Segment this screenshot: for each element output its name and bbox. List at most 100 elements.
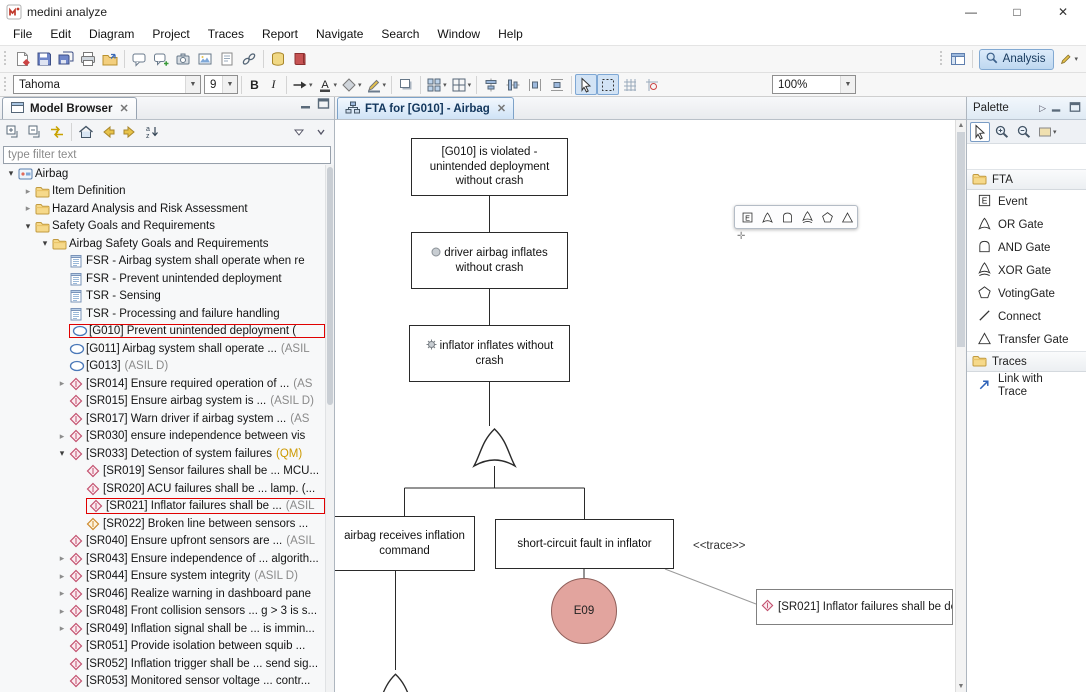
- distribute-vertical-button[interactable]: [546, 74, 568, 95]
- tree-item-hazard[interactable]: ▸Hazard Analysis and Risk Assessment: [0, 200, 325, 218]
- palette-xor-gate[interactable]: XOR Gate: [967, 259, 1086, 282]
- collapse-arrow-icon[interactable]: ▾: [38, 238, 52, 249]
- tab-fta-g010[interactable]: FTA for [G010] - Airbag ✕: [337, 97, 514, 119]
- menu-search[interactable]: Search: [372, 24, 428, 44]
- select-mode-button[interactable]: [575, 74, 597, 95]
- tree-item-sr015[interactable]: [SR015] Ensure airbag system is ...(ASIL…: [0, 393, 325, 411]
- line-color-button[interactable]: ▾: [364, 74, 389, 95]
- popup-and-gate-icon[interactable]: [779, 208, 796, 226]
- menu-window[interactable]: Window: [428, 24, 489, 44]
- tree-item-tsr[interactable]: TSR - Processing and failure handling: [0, 305, 325, 323]
- line-end-style-button[interactable]: ▾: [290, 74, 315, 95]
- close-icon[interactable]: ✕: [119, 102, 128, 115]
- tree-item-safety[interactable]: ▾Safety Goals and Requirements: [0, 218, 325, 236]
- expand-arrow-icon[interactable]: ▸: [21, 186, 35, 197]
- expand-arrow-icon[interactable]: ▸: [21, 203, 35, 214]
- fta-diagram-canvas[interactable]: [G010] is violated - unintended deployme…: [335, 120, 955, 692]
- bold-button[interactable]: B: [245, 75, 264, 95]
- save-icon[interactable]: [33, 49, 55, 70]
- align-vertical-button[interactable]: [502, 74, 524, 95]
- tree-item-fsr[interactable]: FSR - Prevent unintended deployment: [0, 270, 325, 288]
- print-icon[interactable]: [77, 49, 99, 70]
- analysis-perspective-button[interactable]: Analysis: [979, 49, 1055, 70]
- tree-item-sr049[interactable]: ▸[SR049] Inflation signal shall be ... i…: [0, 620, 325, 638]
- fta-basic-event-e09[interactable]: E09: [551, 578, 617, 644]
- link-icon[interactable]: [238, 49, 260, 70]
- menu-project[interactable]: Project: [143, 24, 198, 44]
- expand-all-icon[interactable]: [2, 121, 24, 142]
- routing-style-button[interactable]: ▾: [424, 74, 449, 95]
- popup-voting-gate-icon[interactable]: [819, 208, 836, 226]
- camera-icon[interactable]: [172, 49, 194, 70]
- library-icon[interactable]: [289, 49, 311, 70]
- fta-bottom-gate[interactable]: [373, 669, 418, 692]
- scrollbar-thumb[interactable]: [957, 132, 965, 347]
- tree-item-sr019[interactable]: [SR019] Sensor failures shall be ... MCU…: [0, 463, 325, 481]
- fta-or-gate[interactable]: [471, 426, 518, 468]
- expand-arrow-icon[interactable]: ▸: [55, 606, 69, 617]
- font-size-combo[interactable]: 9 ▼: [204, 75, 238, 94]
- tree-item-item[interactable]: ▸Item Definition: [0, 183, 325, 201]
- scrollbar-thumb[interactable]: [327, 167, 333, 405]
- minimize-view-icon[interactable]: [299, 96, 314, 116]
- diagram-popup-toolbar[interactable]: E: [734, 205, 858, 229]
- shadow-button[interactable]: [395, 74, 417, 95]
- chevron-down-icon[interactable]: [310, 121, 332, 142]
- collapse-arrow-icon[interactable]: ▾: [4, 168, 18, 179]
- back-icon[interactable]: [97, 121, 119, 142]
- tree-item-sr046[interactable]: ▸[SR046] Realize warning in dashboard pa…: [0, 585, 325, 603]
- popup-or-gate-icon[interactable]: [759, 208, 776, 226]
- snap-to-grid-button[interactable]: [641, 74, 663, 95]
- palette-voting-gate[interactable]: VotingGate: [967, 282, 1086, 305]
- palette-connect[interactable]: Connect: [967, 305, 1086, 328]
- image-icon[interactable]: [194, 49, 216, 70]
- menu-diagram[interactable]: Diagram: [80, 24, 143, 44]
- tree-item-sr017[interactable]: [SR017] Warn driver if airbag system ...…: [0, 410, 325, 428]
- tree-item-g011[interactable]: [G011] Airbag system shall operate ...(A…: [0, 340, 325, 358]
- palette-header[interactable]: Palette ▷: [967, 97, 1086, 120]
- minimize-view-icon[interactable]: [1050, 100, 1064, 117]
- minimize-button[interactable]: —: [948, 0, 994, 23]
- tree-item-sr014[interactable]: ▸[SR014] Ensure required operation of ..…: [0, 375, 325, 393]
- palette-section-fta[interactable]: FTA: [967, 169, 1086, 190]
- tree-item-sr033[interactable]: ▾[SR033] Detection of system failures(QM…: [0, 445, 325, 463]
- tree-item-sr044[interactable]: ▸[SR044] Ensure system integrity(ASIL D): [0, 568, 325, 586]
- tree-item-sr052[interactable]: [SR052] Inflation trigger shall be ... s…: [0, 655, 325, 673]
- maximize-view-icon[interactable]: [316, 96, 331, 116]
- link-with-editor-icon[interactable]: [46, 121, 68, 142]
- align-horizontal-button[interactable]: [480, 74, 502, 95]
- scroll-up-icon[interactable]: ▲: [956, 120, 966, 131]
- expand-arrow-icon[interactable]: ▸: [55, 378, 69, 389]
- tree-item-sr043[interactable]: ▸[SR043] Ensure independence of ... algo…: [0, 550, 325, 568]
- tree-item-g010[interactable]: [G010] Prevent unintended deployment (: [0, 323, 325, 341]
- fta-node-short-circuit[interactable]: short-circuit fault in inflator: [495, 519, 674, 569]
- zoom-combo[interactable]: 100% ▼: [772, 75, 856, 94]
- tree-item-sr022[interactable]: [SR022] Broken line between sensors ...: [0, 515, 325, 533]
- menu-edit[interactable]: Edit: [41, 24, 80, 44]
- tree-item-sr020[interactable]: [SR020] ACU failures shall be ... lamp. …: [0, 480, 325, 498]
- new-model-icon[interactable]: [11, 49, 33, 70]
- fta-node-inflation-command[interactable]: airbag receives inflation command: [335, 516, 475, 571]
- expand-arrow-icon[interactable]: ▸: [55, 588, 69, 599]
- fta-node-top-event[interactable]: [G010] is violated - unintended deployme…: [411, 138, 568, 196]
- menu-file[interactable]: File: [4, 24, 41, 44]
- layout-button[interactable]: ▾: [449, 74, 474, 95]
- menu-help[interactable]: Help: [489, 24, 532, 44]
- palette-or-gate[interactable]: OR Gate: [967, 213, 1086, 236]
- marquee-mode-button[interactable]: [597, 74, 619, 95]
- distribute-horizontal-button[interactable]: [524, 74, 546, 95]
- font-family-combo[interactable]: Tahoma ▼: [13, 75, 201, 94]
- tree-scrollbar[interactable]: [325, 165, 334, 692]
- collapse-arrow-icon[interactable]: ▾: [21, 221, 35, 232]
- palette-and-gate[interactable]: AND Gate: [967, 236, 1086, 259]
- tree-item-fsr[interactable]: FSR - Airbag system shall operate when r…: [0, 253, 325, 271]
- popup-xor-gate-icon[interactable]: [799, 208, 816, 226]
- grid-toggle-button[interactable]: [619, 74, 641, 95]
- add-comment-icon[interactable]: [150, 49, 172, 70]
- maximize-button[interactable]: □: [994, 0, 1040, 23]
- canvas-scrollbar[interactable]: ▲ ▼: [955, 120, 966, 692]
- tree-item-g013[interactable]: [G013](ASIL D): [0, 358, 325, 376]
- expand-arrow-icon[interactable]: ▸: [55, 623, 69, 634]
- comment-icon[interactable]: [128, 49, 150, 70]
- maximize-view-icon[interactable]: [1068, 100, 1082, 117]
